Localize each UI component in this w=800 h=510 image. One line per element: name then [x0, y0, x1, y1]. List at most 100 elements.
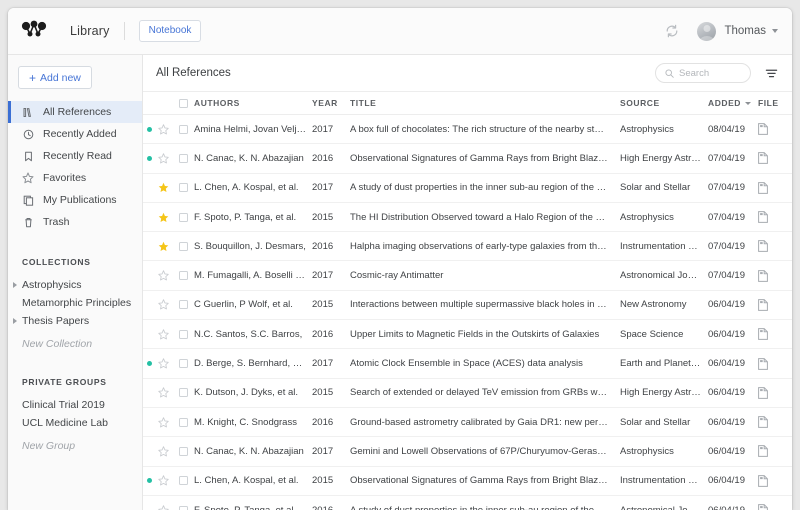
star-toggle[interactable] [155, 475, 172, 486]
table-row[interactable]: D. Berge, S. Bernhard, et al. 2017 Atomic … [143, 349, 792, 379]
file-attachment-icon[interactable] [758, 328, 792, 341]
star-toggle[interactable] [155, 212, 172, 223]
cell-authors: Amina Helmi, Jovan Veljan [194, 123, 307, 135]
cell-title: A study of dust properties in the inner … [350, 504, 620, 510]
cell-added: 07/04/19 [708, 152, 745, 164]
file-attachment-icon[interactable] [758, 357, 792, 370]
file-attachment-icon[interactable] [758, 123, 792, 136]
row-checkbox[interactable] [172, 212, 194, 222]
new-group-button[interactable]: New Group [8, 437, 142, 455]
table-row[interactable]: L. Chen, A. Kospal, et al. 2017 A study of… [143, 174, 792, 203]
user-name-label[interactable]: Thomas [724, 25, 766, 37]
sidebar-item-recently-added[interactable]: Recently Added [8, 123, 142, 145]
search-box[interactable] [655, 63, 751, 83]
table-row[interactable]: L. Chen, A. Kospal, et al. 2015 Observatio… [143, 467, 792, 496]
star-toggle[interactable] [155, 446, 172, 457]
file-attachment-icon[interactable] [758, 474, 792, 487]
star-toggle[interactable] [155, 153, 172, 164]
sync-refresh-icon[interactable] [665, 24, 679, 38]
nav-library-label[interactable]: Library [70, 24, 110, 38]
col-header-file[interactable]: FILE [758, 98, 792, 108]
star-toggle[interactable] [155, 299, 172, 310]
collection-item-astrophysics[interactable]: Astrophysics [8, 276, 142, 294]
cell-year: 2017 [312, 123, 334, 135]
sidebar-item-all-references[interactable]: All References [8, 101, 142, 123]
row-checkbox[interactable] [172, 183, 194, 193]
expand-triangle-icon[interactable] [13, 318, 17, 324]
star-toggle[interactable] [155, 387, 172, 398]
search-input[interactable] [679, 67, 741, 79]
table-row[interactable]: N. Canac, K. N. Abazajian 2017 Gemini and … [143, 437, 792, 467]
chevron-down-icon[interactable] [772, 29, 778, 33]
user-avatar[interactable] [697, 21, 717, 41]
file-attachment-icon[interactable] [758, 416, 792, 429]
col-header-authors[interactable]: AUTHORS [194, 98, 312, 108]
row-checkbox[interactable] [172, 271, 194, 281]
table-row[interactable]: Amina Helmi, Jovan Veljan 2017 A box full … [143, 115, 792, 145]
star-toggle[interactable] [155, 329, 172, 340]
star-toggle[interactable] [155, 416, 172, 428]
star-toggle[interactable] [155, 504, 172, 510]
row-checkbox[interactable] [172, 153, 194, 163]
col-header-title[interactable]: TITLE [350, 98, 620, 108]
table-row[interactable]: K. Dutson, J. Dyks, et al. 2015 Search of … [143, 379, 792, 408]
expand-triangle-icon[interactable] [13, 282, 17, 288]
star-toggle[interactable] [155, 241, 172, 252]
file-attachment-icon[interactable] [758, 504, 792, 510]
star-toggle[interactable] [155, 182, 172, 193]
trash-icon [22, 216, 34, 228]
table-row[interactable]: M. Knight, C. Snodgrass 2016 Ground-based … [143, 408, 792, 438]
row-checkbox[interactable] [172, 505, 194, 510]
row-checkbox[interactable] [172, 359, 194, 369]
molecule-logo[interactable] [20, 20, 48, 42]
row-checkbox[interactable] [172, 446, 194, 456]
notebook-button[interactable]: Notebook [138, 20, 202, 42]
cell-authors: D. Berge, S. Bernhard, et al. [194, 358, 312, 370]
cell-source: Instrumentation an… [620, 240, 708, 252]
star-toggle[interactable] [155, 358, 172, 369]
table-row[interactable]: N. Canac, K. N. Abazajian 2016 Observation… [143, 144, 792, 174]
new-collection-button[interactable]: New Collection [8, 335, 142, 353]
file-attachment-icon[interactable] [758, 445, 792, 458]
select-all-checkbox[interactable] [172, 98, 194, 108]
col-header-added[interactable]: ADDED [708, 98, 758, 108]
file-attachment-icon[interactable] [758, 269, 792, 282]
collection-item-thesis-papers[interactable]: Thesis Papers [8, 312, 142, 330]
sidebar-item-my-publications[interactable]: My Publications [8, 189, 142, 211]
add-new-button[interactable]: + Add new [18, 66, 92, 89]
file-attachment-icon[interactable] [758, 211, 792, 223]
collection-item-metamorphic-principles[interactable]: Metamorphic Principles [8, 294, 142, 312]
star-toggle[interactable] [155, 270, 172, 281]
group-item-clinical-trial-2019[interactable]: Clinical Trial 2019 [8, 396, 142, 414]
row-checkbox[interactable] [172, 241, 194, 251]
row-checkbox[interactable] [172, 329, 194, 339]
col-header-source[interactable]: SOURCE [620, 98, 708, 108]
filter-icon[interactable] [765, 67, 778, 80]
top-bar: Library Notebook Thomas [8, 8, 792, 55]
table-row[interactable]: C Guerlin, P Wolf, et al. 2015 Interaction… [143, 291, 792, 321]
row-checkbox[interactable] [172, 124, 194, 134]
sidebar-item-trash[interactable]: Trash [8, 211, 142, 233]
sidebar-item-favorites[interactable]: Favorites [8, 167, 142, 189]
group-item-ucl-medicine-lab[interactable]: UCL Medicine Lab [8, 414, 142, 432]
file-attachment-icon[interactable] [758, 240, 792, 253]
file-attachment-icon[interactable] [758, 181, 792, 194]
cell-added: 07/04/19 [708, 240, 745, 252]
row-checkbox[interactable] [172, 388, 194, 398]
sidebar-item-label: Favorites [43, 172, 87, 184]
col-header-year[interactable]: YEAR [312, 98, 350, 108]
cell-title: Ground-based astrometry calibrated by Ga… [350, 416, 620, 428]
sidebar-item-recently-read[interactable]: Recently Read [8, 145, 142, 167]
file-attachment-icon[interactable] [758, 386, 792, 399]
table-row[interactable]: S. Bouquillon, J. Desmars, 2016 Halpha ima… [143, 232, 792, 262]
star-toggle[interactable] [155, 123, 172, 135]
file-attachment-icon[interactable] [758, 299, 792, 311]
file-attachment-icon[interactable] [758, 152, 792, 165]
table-row[interactable]: F. Spoto, P. Tanga, et al. 2016 A study of… [143, 496, 792, 510]
row-checkbox[interactable] [172, 476, 194, 486]
table-row[interactable]: M. Fumagalli, A. Boselli et al. 2017 Cosmi… [143, 261, 792, 291]
row-checkbox[interactable] [172, 300, 194, 310]
table-row[interactable]: F. Spoto, P. Tanga, et al. 2015 The HI Dis… [143, 203, 792, 233]
row-checkbox[interactable] [172, 417, 194, 427]
table-row[interactable]: N.C. Santos, S.C. Barros, 2016 Upper Limit… [143, 320, 792, 350]
